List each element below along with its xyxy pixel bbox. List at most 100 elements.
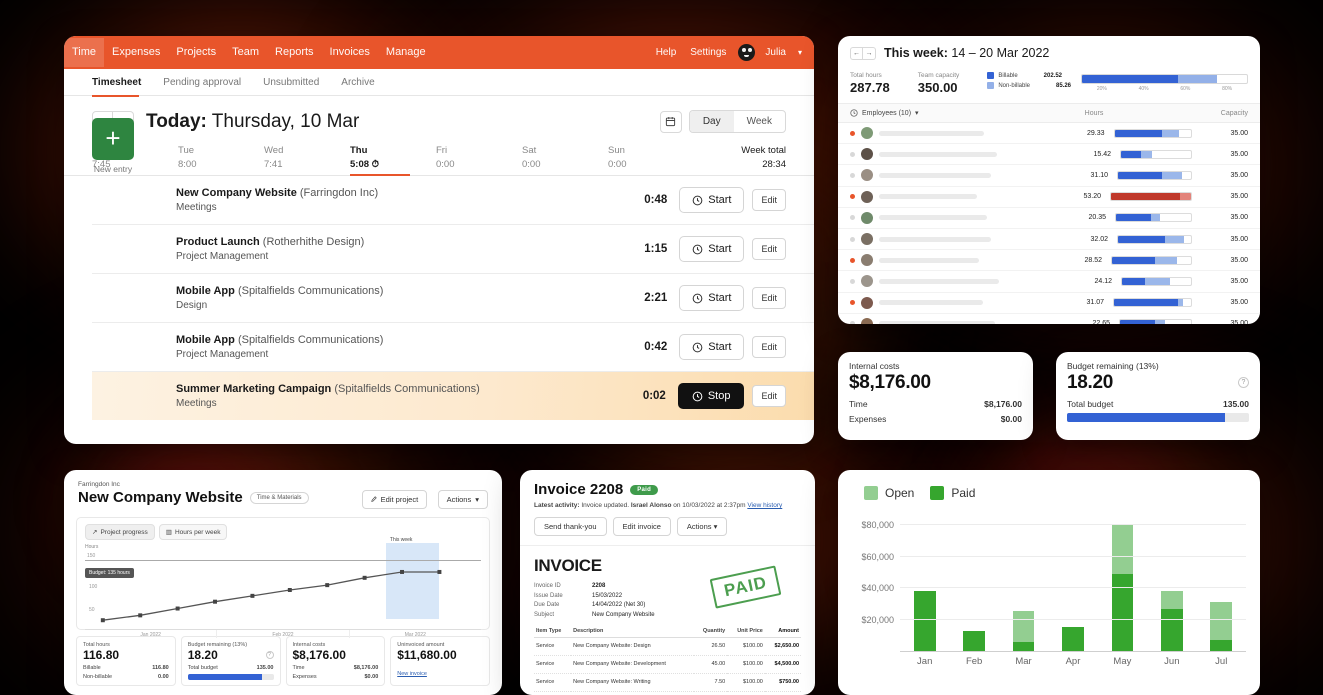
- invoice-activity: Latest activity: Invoice updated. Israel…: [534, 502, 801, 509]
- nav-item-manage[interactable]: Manage: [378, 38, 434, 67]
- employee-row[interactable]: 31.10 35.00: [838, 165, 1260, 187]
- invoice-button-edit-invoice[interactable]: Edit invoice: [612, 517, 671, 536]
- bar-stack: [963, 630, 985, 652]
- view-toggle-week[interactable]: Week: [734, 111, 785, 132]
- arrow-right-icon[interactable]: →: [863, 46, 876, 60]
- legend-label: Paid: [951, 486, 976, 500]
- settings-link[interactable]: Settings: [688, 39, 728, 67]
- day-column-fri[interactable]: Fri 0:00: [436, 145, 522, 175]
- employee-capacity-bar: [1111, 255, 1192, 265]
- employee-row[interactable]: 32.02 35.00: [838, 229, 1260, 251]
- employee-row[interactable]: 28.52 35.00: [838, 250, 1260, 272]
- day-column-sun[interactable]: Sun 0:00: [608, 145, 694, 175]
- project-actions-button[interactable]: Actions ▾: [437, 490, 488, 509]
- view-toggle-day[interactable]: Day: [689, 111, 734, 132]
- nav-item-reports[interactable]: Reports: [267, 38, 322, 67]
- employee-row[interactable]: 20.35 35.00: [838, 208, 1260, 229]
- edit-project-button[interactable]: Edit project: [361, 489, 428, 509]
- employee-capacity: 35.00: [1230, 193, 1248, 201]
- y-tick-label: $60,000: [861, 551, 894, 562]
- invoice-meta-label: Invoice ID: [534, 583, 561, 589]
- avatar: [861, 233, 873, 246]
- new-invoice-link[interactable]: New invoice: [397, 671, 427, 677]
- cost-label: Expenses: [849, 414, 887, 424]
- stat-detail-row: Billable 116.80: [83, 665, 169, 671]
- nav-item-team[interactable]: Team: [224, 38, 267, 67]
- employee-name-redacted: [879, 257, 979, 263]
- nav-item-time[interactable]: Time: [64, 38, 105, 67]
- day-column-tue[interactable]: Tue 8:00: [178, 145, 264, 175]
- avatar[interactable]: [738, 44, 756, 61]
- pencil-icon: [370, 496, 377, 502]
- edit-entry-button[interactable]: Edit: [752, 385, 786, 407]
- invoice-column-header: Amount: [764, 624, 801, 638]
- employee-capacity-bar: [1120, 149, 1192, 159]
- edit-entry-button[interactable]: Edit: [752, 238, 786, 260]
- employee-row[interactable]: 22.65 35.00: [838, 314, 1260, 324]
- edit-entry-button[interactable]: Edit: [752, 336, 786, 358]
- stat-value: 116.80: [83, 648, 120, 662]
- employee-capacity-bar: [1121, 276, 1192, 286]
- week-total: Week total 28:34: [694, 145, 786, 175]
- start-timer-button[interactable]: Start: [679, 236, 745, 262]
- day-name: Fri: [436, 145, 448, 156]
- stop-timer-button[interactable]: Stop: [677, 383, 745, 409]
- team-capacity-label: Team capacity: [917, 72, 960, 79]
- invoice-line-item-row: Service New Company Website: Development 4…: [534, 655, 801, 674]
- new-entry-control: + New entry: [92, 118, 134, 174]
- employee-name-redacted: [879, 278, 999, 284]
- edit-entry-button[interactable]: Edit: [752, 287, 786, 309]
- employee-row[interactable]: 24.12 35.00: [838, 271, 1260, 293]
- internal-costs-value: $8,176.00: [849, 372, 931, 393]
- edit-entry-button[interactable]: Edit: [752, 189, 786, 211]
- billable-segment: [1121, 150, 1141, 158]
- capacity-tick: 80%: [1222, 86, 1233, 92]
- chart-tab-project-progress[interactable]: ↗ Project progress: [85, 524, 155, 540]
- invoice-cell-price: $50.00: [727, 691, 765, 695]
- tab-unsubmitted[interactable]: Unsubmitted: [263, 69, 329, 96]
- y-tick-label: $80,000: [861, 519, 894, 530]
- employee-row[interactable]: 29.33 35.00: [838, 123, 1260, 145]
- gridline: $60,000: [861, 552, 1246, 562]
- chart-tab-hours-per-week[interactable]: ▥ Hours per week: [158, 524, 228, 540]
- view-history-link[interactable]: View history: [747, 502, 782, 509]
- arrow-left-icon[interactable]: ←: [850, 46, 863, 60]
- tab-timesheet[interactable]: Timesheet: [92, 69, 151, 97]
- bar-column-mar: [999, 512, 1048, 652]
- tab-pending-approval[interactable]: Pending approval: [163, 69, 251, 96]
- employee-row[interactable]: 53.20 35.00: [838, 187, 1260, 208]
- question-mark-icon[interactable]: ?: [265, 651, 274, 659]
- start-timer-button[interactable]: Start: [679, 187, 745, 213]
- bar-segment-open: [1160, 590, 1183, 610]
- calendar-icon[interactable]: [659, 110, 682, 133]
- chevron-down-icon[interactable]: ▾: [915, 109, 919, 117]
- day-column-thu[interactable]: Thu 5:08 ⏱: [350, 145, 436, 176]
- employee-row[interactable]: 15.42 35.00: [838, 144, 1260, 166]
- start-timer-button[interactable]: Start: [679, 285, 745, 311]
- nav-item-projects[interactable]: Projects: [168, 38, 224, 67]
- project-type-pill: Time & Materials: [249, 491, 309, 504]
- bar-stack: [1062, 626, 1084, 652]
- help-link[interactable]: Help: [654, 39, 679, 67]
- user-menu[interactable]: Julia: [765, 39, 788, 67]
- billable-segment: [1111, 193, 1180, 201]
- start-timer-button[interactable]: Start: [679, 334, 745, 360]
- bar-stack: [1160, 590, 1183, 652]
- employee-capacity-bar: [1113, 298, 1192, 308]
- add-entry-button[interactable]: +: [92, 118, 134, 160]
- entry-duration: 1:15: [644, 243, 668, 255]
- nav-item-expenses[interactable]: Expenses: [104, 38, 168, 67]
- employee-row[interactable]: 31.07 35.00: [838, 293, 1260, 314]
- question-mark-icon[interactable]: ?: [1238, 377, 1249, 388]
- nav-item-invoices[interactable]: Invoices: [322, 38, 378, 67]
- employee-capacity-bar: [1117, 234, 1192, 244]
- invoice-button-actions[interactable]: Actions ▾: [676, 517, 728, 536]
- cost-row: Expenses $0.00: [849, 414, 1022, 424]
- day-column-sat[interactable]: Sat 0:00: [522, 145, 608, 175]
- entry-task: Design: [176, 300, 208, 311]
- tab-archive[interactable]: Archive: [341, 69, 384, 96]
- billable-segment: [1120, 320, 1155, 324]
- entry-duration: 0:02: [642, 390, 666, 402]
- day-column-wed[interactable]: Wed 7:41: [264, 145, 350, 175]
- invoice-button-send-thank-you[interactable]: Send thank-you: [534, 517, 607, 536]
